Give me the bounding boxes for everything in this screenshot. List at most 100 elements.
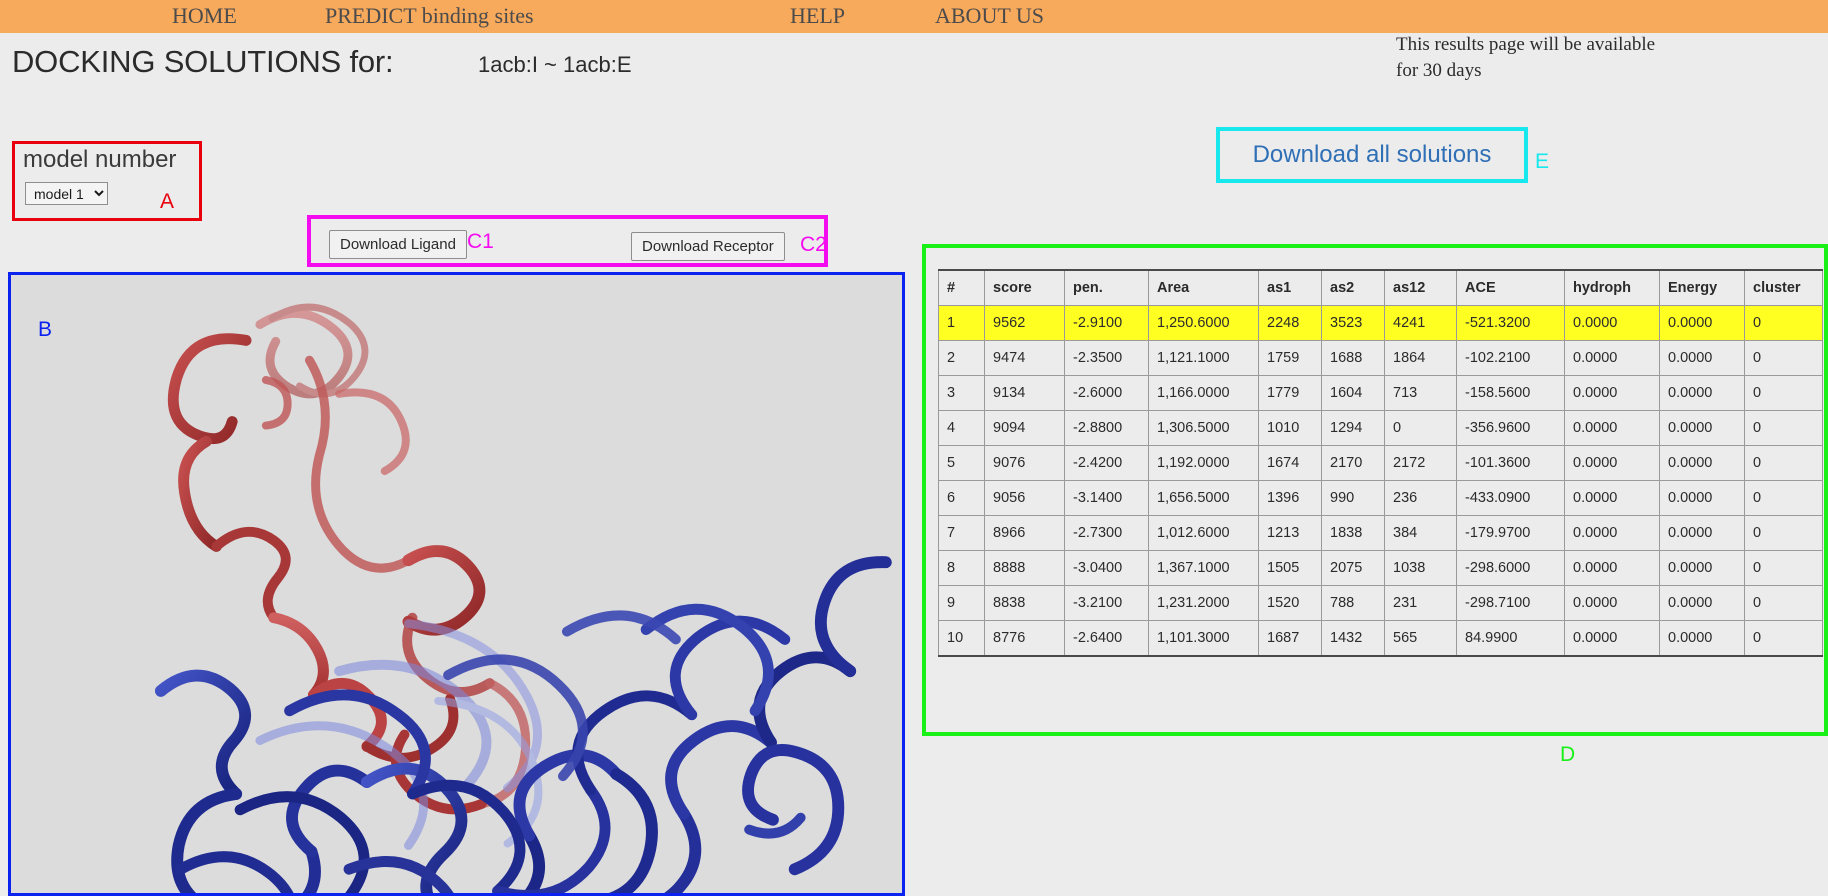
cell-: 4 [938, 410, 985, 446]
cell-ACE: -158.5600 [1456, 375, 1565, 411]
nav-item-help[interactable]: HELP [790, 3, 845, 29]
page-root: HOME PREDICT binding sites HELP ABOUT US… [0, 0, 1828, 896]
table-row[interactable]: 1 9562 -2.9100 1,250.6000 2248 3523 4241 -521.3… [938, 305, 1823, 341]
protein-ribbon-render [12, 275, 901, 893]
results-table-panel: # score pen. Area as1 as2 as12 ACE hydroph Energy… [922, 244, 1828, 736]
cell-hydroph: 0.0000 [1564, 550, 1660, 586]
cell-Energy: 0.0000 [1659, 375, 1745, 411]
cell-hydroph: 0.0000 [1564, 480, 1660, 516]
results-column-header-1: score [984, 269, 1065, 306]
cell-as2: 1838 [1321, 515, 1385, 551]
cell-as12: 236 [1384, 480, 1457, 516]
cell-as12: 565 [1384, 620, 1457, 657]
cell-pen: -2.6000 [1064, 375, 1149, 411]
results-column-header-5: as2 [1321, 269, 1385, 306]
cell-Energy: 0.0000 [1659, 550, 1745, 586]
download-receptor-button[interactable]: Download Receptor [631, 232, 785, 261]
cell-as2: 1688 [1321, 340, 1385, 376]
annotation-a: A [160, 190, 175, 213]
cell-Area: 1,656.5000 [1148, 480, 1259, 516]
cell-: 2 [938, 340, 985, 376]
cell-cluster: 0 [1744, 585, 1823, 621]
cell-as2: 2170 [1321, 445, 1385, 481]
table-row[interactable]: 8 8888 -3.0400 1,367.1000 1505 2075 1038 -298.6… [938, 550, 1823, 586]
cell-as12: 0 [1384, 410, 1457, 446]
table-row[interactable]: 2 9474 -2.3500 1,121.1000 1759 1688 1864 -102.2… [938, 340, 1823, 376]
annotation-e: E [1535, 150, 1550, 173]
table-row[interactable]: 7 8966 -2.7300 1,012.6000 1213 1838 384 -179.97… [938, 515, 1823, 551]
results-column-header-7: ACE [1456, 269, 1565, 306]
cell-hydroph: 0.0000 [1564, 515, 1660, 551]
page-title: DOCKING SOLUTIONS for: [12, 44, 394, 79]
cell-pen: -2.3500 [1064, 340, 1149, 376]
download-ligand-button[interactable]: Download Ligand [329, 230, 467, 259]
molecule-viewer[interactable] [8, 272, 905, 896]
nav-item-about-us[interactable]: ABOUT US [935, 3, 1044, 29]
table-row[interactable]: 9 8838 -3.2100 1,231.2000 1520 788 231 -298.710… [938, 585, 1823, 621]
cell-as2: 1294 [1321, 410, 1385, 446]
table-row[interactable]: 10 8776 -2.6400 1,101.3000 1687 1432 565 84.990… [938, 620, 1823, 657]
model-number-select[interactable]: model 1 [25, 182, 108, 205]
table-row[interactable]: 4 9094 -2.8800 1,306.5000 1010 1294 0 -356.9600… [938, 410, 1823, 446]
table-row[interactable]: 3 9134 -2.6000 1,166.0000 1779 1604 713 -158.56… [938, 375, 1823, 411]
cell-Energy: 0.0000 [1659, 480, 1745, 516]
results-column-header-9: Energy [1659, 269, 1745, 306]
cell-as1: 1505 [1258, 550, 1322, 586]
cell-pen: -2.6400 [1064, 620, 1149, 657]
cell-as12: 1038 [1384, 550, 1457, 586]
cell-Area: 1,012.6000 [1148, 515, 1259, 551]
cell-hydroph: 0.0000 [1564, 620, 1660, 657]
cell-ACE: 84.9900 [1456, 620, 1565, 657]
cell-Area: 1,101.3000 [1148, 620, 1259, 657]
cell-ACE: -356.9600 [1456, 410, 1565, 446]
cell-as12: 713 [1384, 375, 1457, 411]
results-table-head: # score pen. Area as1 as2 as12 ACE hydroph Energy… [938, 269, 1823, 306]
cell-cluster: 0 [1744, 620, 1823, 657]
cell-score: 9076 [984, 445, 1065, 481]
cell-cluster: 0 [1744, 515, 1823, 551]
cell-Area: 1,166.0000 [1148, 375, 1259, 411]
table-row[interactable]: 5 9076 -2.4200 1,192.0000 1674 2170 2172 -101.3… [938, 445, 1823, 481]
cell-Area: 1,192.0000 [1148, 445, 1259, 481]
cell-hydroph: 0.0000 [1564, 410, 1660, 446]
cell-as1: 1520 [1258, 585, 1322, 621]
download-structures-panel: Download Ligand Download Receptor [307, 215, 828, 267]
cell-Energy: 0.0000 [1659, 620, 1745, 657]
cell-as2: 788 [1321, 585, 1385, 621]
cell-as2: 3523 [1321, 305, 1385, 341]
cell-as1: 1687 [1258, 620, 1322, 657]
cell-score: 9474 [984, 340, 1065, 376]
nav-item-home[interactable]: HOME [172, 3, 237, 29]
cell-pen: -3.2100 [1064, 585, 1149, 621]
nav-item-predict[interactable]: PREDICT binding sites [325, 3, 534, 29]
cell-pen: -3.1400 [1064, 480, 1149, 516]
cell-as1: 1779 [1258, 375, 1322, 411]
cell-Energy: 0.0000 [1659, 305, 1745, 341]
cell-Energy: 0.0000 [1659, 410, 1745, 446]
cell-cluster: 0 [1744, 305, 1823, 341]
results-column-header-10: cluster [1744, 269, 1823, 306]
availability-notice: This results page will be available for … [1396, 32, 1726, 84]
cell-as2: 1432 [1321, 620, 1385, 657]
cell-: 1 [938, 305, 985, 341]
table-row[interactable]: 6 9056 -3.1400 1,656.5000 1396 990 236 -433.090… [938, 480, 1823, 516]
results-column-header-3: Area [1148, 269, 1259, 306]
cell-as2: 1604 [1321, 375, 1385, 411]
cell-as12: 4241 [1384, 305, 1457, 341]
cell-score: 9094 [984, 410, 1065, 446]
cell-pen: -2.9100 [1064, 305, 1149, 341]
cell-: 9 [938, 585, 985, 621]
results-column-header-0: # [938, 269, 985, 306]
download-all-solutions-link[interactable]: Download all solutions [1253, 141, 1492, 169]
results-table-body: 1 9562 -2.9100 1,250.6000 2248 3523 4241 -521.3… [938, 305, 1823, 657]
cell-ACE: -521.3200 [1456, 305, 1565, 341]
cell-ACE: -179.9700 [1456, 515, 1565, 551]
cell-as2: 2075 [1321, 550, 1385, 586]
cell-as12: 231 [1384, 585, 1457, 621]
cell-hydroph: 0.0000 [1564, 340, 1660, 376]
results-column-header-4: as1 [1258, 269, 1322, 306]
cell-pen: -2.7300 [1064, 515, 1149, 551]
cell-as2: 990 [1321, 480, 1385, 516]
cell-as1: 1674 [1258, 445, 1322, 481]
cell-ACE: -102.2100 [1456, 340, 1565, 376]
